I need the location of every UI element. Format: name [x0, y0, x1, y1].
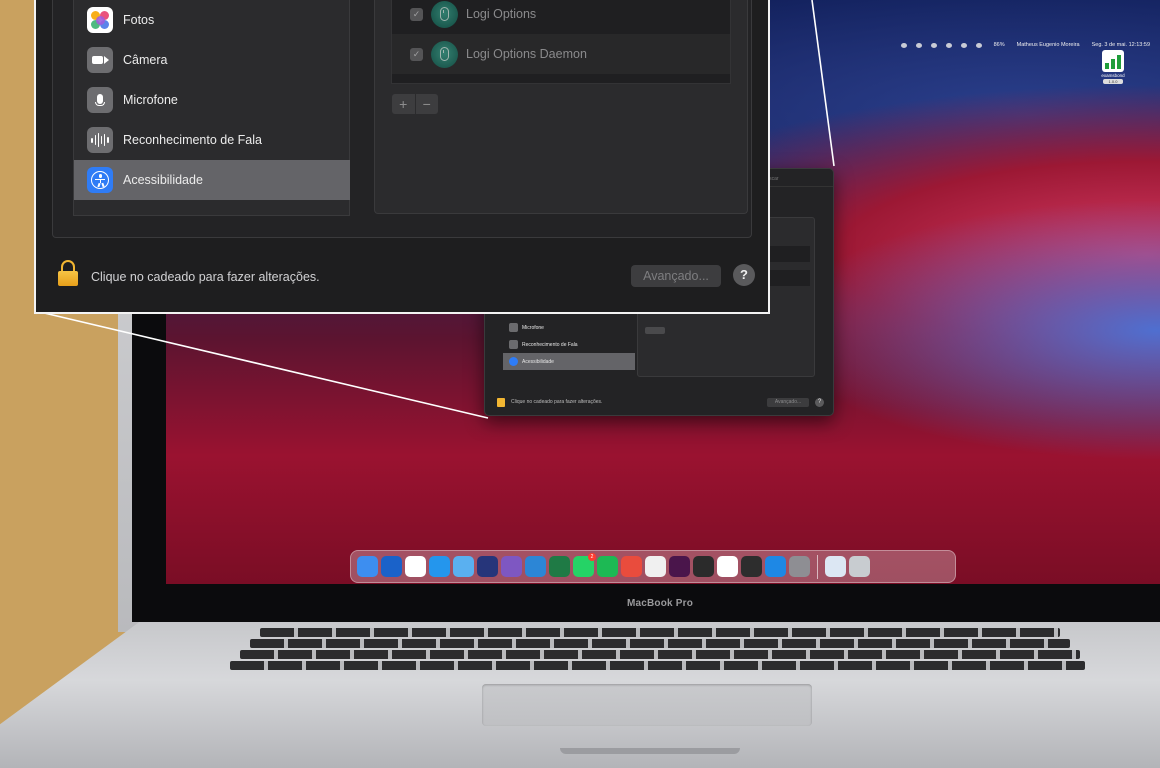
app-checkbox[interactable]: ✓	[410, 47, 423, 61]
category-photos[interactable]: Fotos	[74, 0, 350, 40]
app-name: Logi Options Daemon	[466, 47, 587, 61]
advanced-button[interactable]: Avançado...	[631, 265, 721, 287]
category-label: Reconhecimento de Fala	[123, 133, 262, 147]
zoomed-privacy-panel: Fotos Câmera Microfone Reconhecimento de…	[34, 0, 770, 314]
category-label: Câmera	[123, 53, 168, 67]
accessibility-icon	[87, 167, 113, 193]
remove-app-button[interactable]: −	[414, 94, 439, 114]
category-label: Acessibilidade	[123, 173, 203, 187]
privacy-pane: Fotos Câmera Microfone Reconhecimento de…	[52, 0, 752, 238]
category-accessibility[interactable]: Acessibilidade	[74, 160, 350, 200]
lock-icon[interactable]	[58, 260, 78, 286]
app-row-logi-options-daemon[interactable]: ✓ Logi Options Daemon	[392, 34, 730, 74]
help-button[interactable]: ?	[733, 264, 755, 286]
category-camera[interactable]: Câmera	[74, 40, 350, 80]
lock-instruction-text: Clique no cadeado para fazer alterações.	[91, 270, 320, 284]
category-label: Microfone	[123, 93, 178, 107]
app-checkbox[interactable]: ✓	[410, 7, 423, 21]
logi-options-icon	[431, 0, 458, 28]
category-speech-recognition[interactable]: Reconhecimento de Fala	[74, 120, 350, 160]
app-list: ✓ Logi Options ✓ Logi Options Daemon	[391, 0, 731, 84]
speech-recognition-icon	[87, 127, 113, 153]
photos-icon	[87, 7, 113, 33]
add-remove-control: + −	[392, 94, 438, 114]
category-microphone[interactable]: Microfone	[74, 80, 350, 120]
microphone-icon	[87, 87, 113, 113]
app-row-logi-options[interactable]: ✓ Logi Options	[392, 0, 730, 34]
app-name: Logi Options	[466, 7, 537, 21]
privacy-category-list: Fotos Câmera Microfone Reconhecimento de…	[73, 0, 350, 216]
logi-options-icon	[431, 40, 458, 68]
category-label: Fotos	[123, 13, 155, 27]
add-app-button[interactable]: +	[392, 94, 415, 114]
app-permission-panel: ✓ Logi Options ✓ Logi Options Daemon + −	[374, 0, 748, 214]
camera-icon	[87, 47, 113, 73]
